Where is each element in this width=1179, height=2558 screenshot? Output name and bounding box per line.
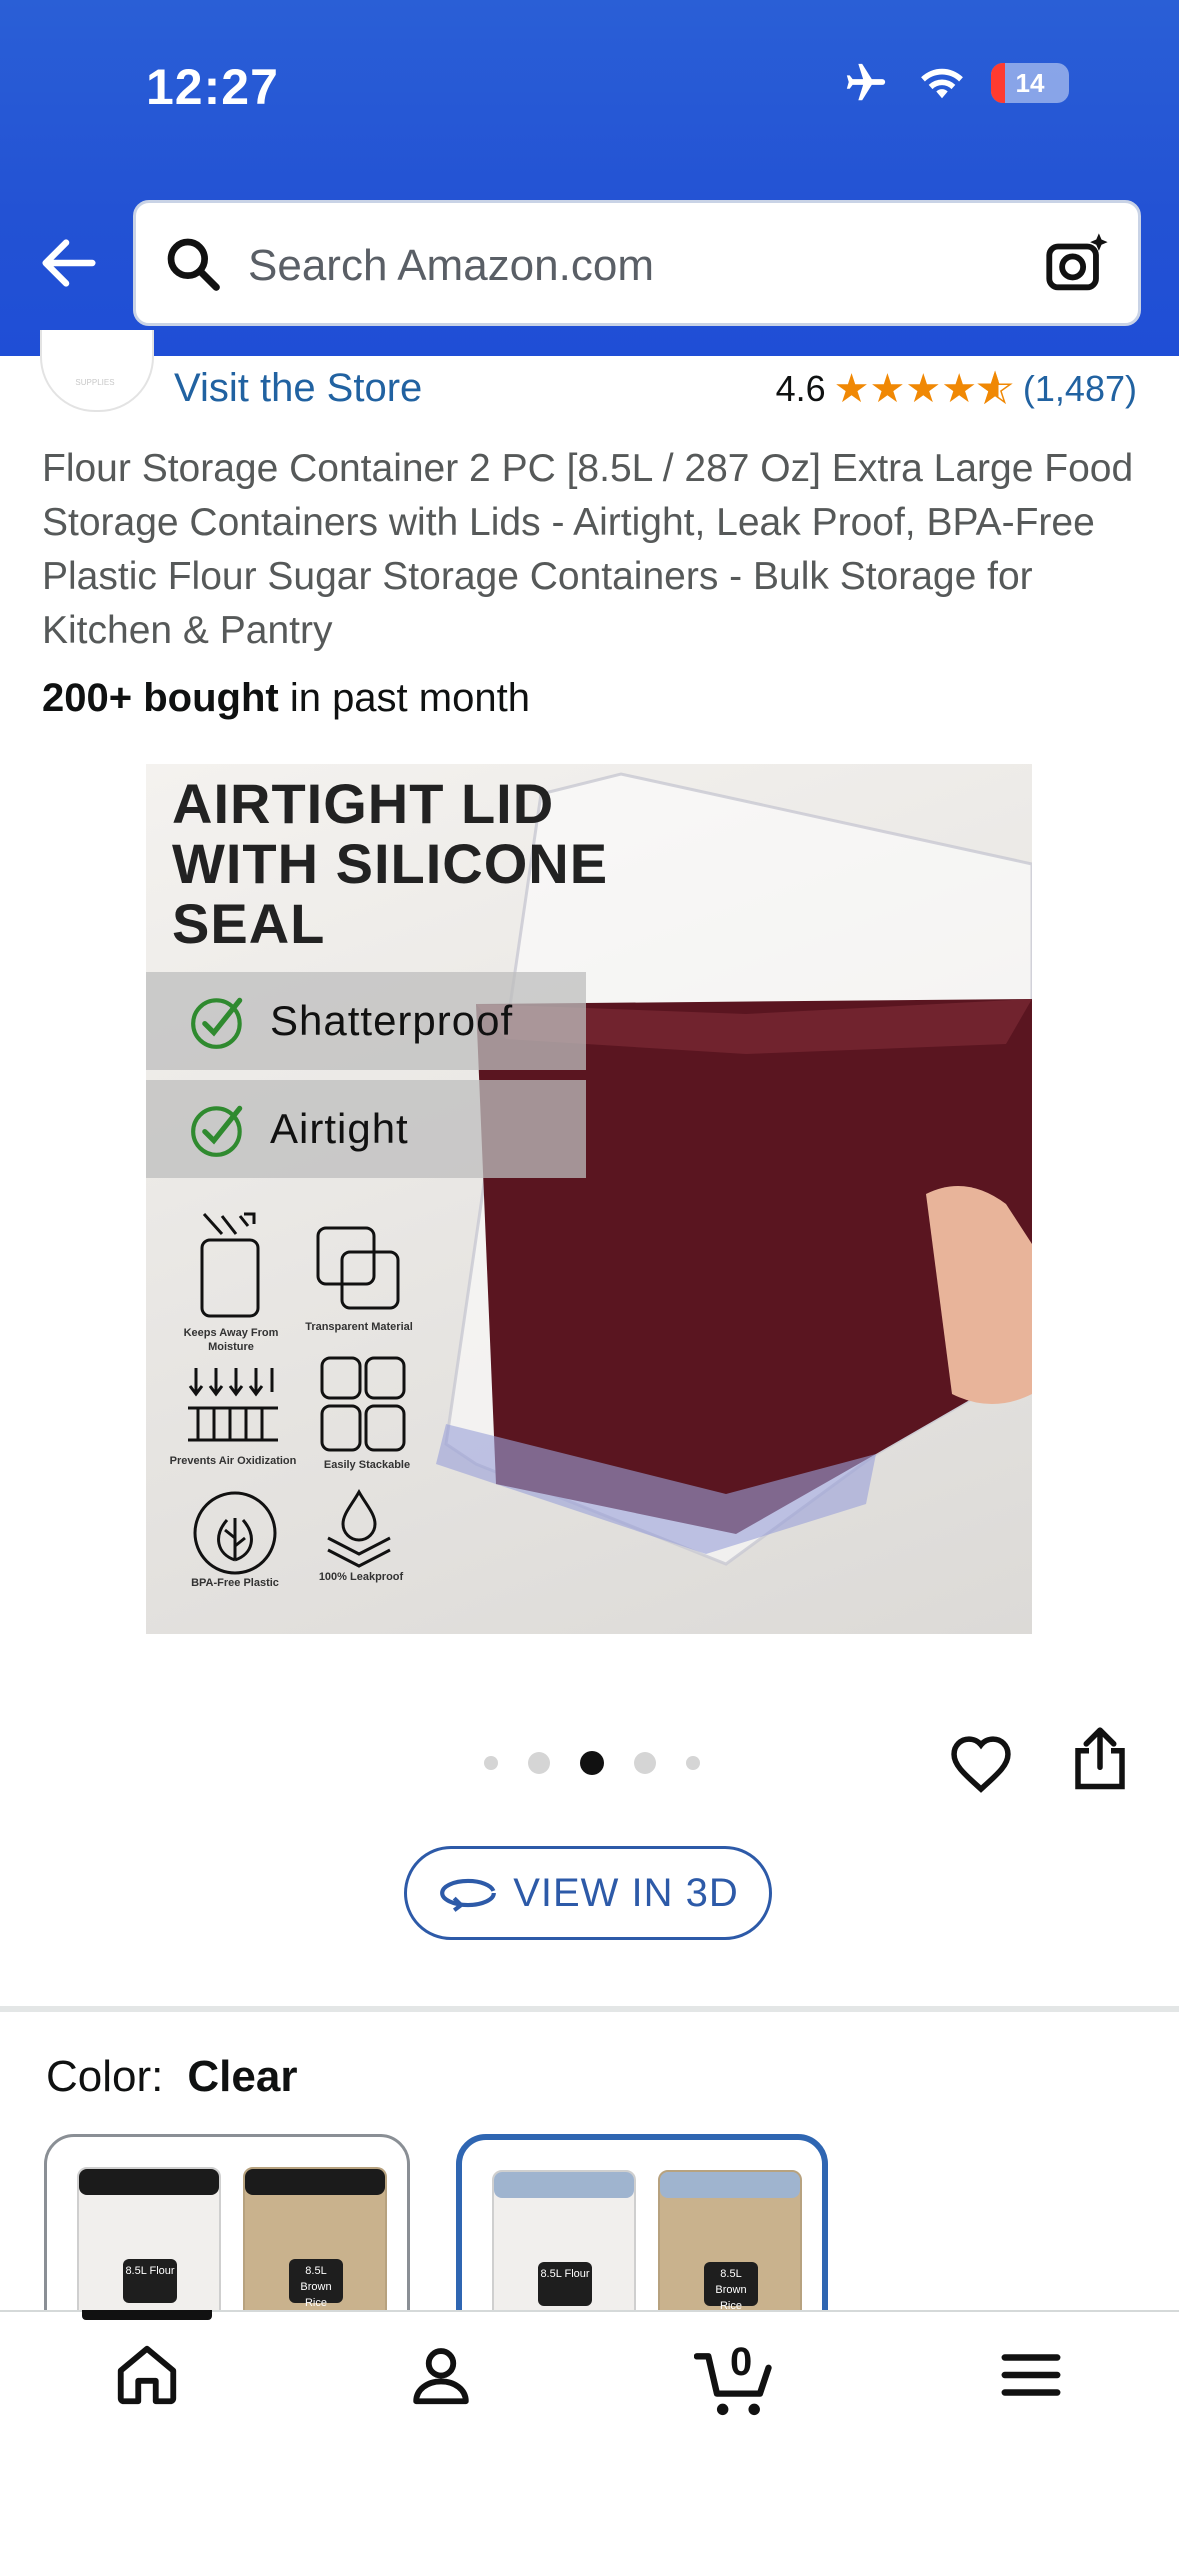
hero-headline-line-3: SEAL <box>172 892 326 955</box>
jar-label: 8.5L Brown Rice <box>289 2259 343 2309</box>
review-count: (1,487) <box>1022 368 1137 409</box>
jar-label: 8.5L Flour <box>538 2262 592 2306</box>
section-divider <box>0 2006 1179 2012</box>
star-rating: ★ ★ ★ ★ ★ <box>833 367 1014 411</box>
feature-label: Transparent Material <box>305 1321 413 1333</box>
share-icon[interactable] <box>1072 1726 1128 1792</box>
status-icons: 14 <box>839 60 1069 106</box>
search-input[interactable]: Search Amazon.com <box>133 200 1141 326</box>
jar-label: 8.5L Flour <box>123 2259 177 2303</box>
check-circle-icon <box>191 1105 243 1157</box>
star-icon: ★ <box>941 367 978 411</box>
pagination-dot[interactable] <box>634 1752 656 1774</box>
pagination-dot[interactable] <box>686 1756 700 1770</box>
leaf-icon <box>193 1491 277 1575</box>
bought-count-bold: 200+ bought <box>42 676 279 720</box>
jar-label: 8.5L Brown Rice <box>704 2262 758 2312</box>
product-image[interactable]: AIRTIGHT LID WITH SILICONE SEAL Shatterp… <box>146 764 1032 1634</box>
camera-search-icon[interactable] <box>1042 229 1112 299</box>
air-oxidization-icon <box>188 1368 278 1442</box>
star-icon: ★ <box>869 367 906 411</box>
feature-band-label: Airtight <box>270 1105 409 1152</box>
rating-summary[interactable]: 4.6 ★ ★ ★ ★ ★ (1,487) <box>776 368 1137 410</box>
color-label-text: Color: <box>46 2052 164 2101</box>
feature-label: Keeps Away From Moisture <box>183 1327 279 1353</box>
search-icon <box>167 238 220 291</box>
cart-count: 0 <box>730 2340 753 2384</box>
search-placeholder: Search Amazon.com <box>248 241 654 290</box>
bought-count-rest: in past month <box>278 676 530 720</box>
feature-band-airtight: Airtight <box>146 1080 586 1178</box>
home-icon[interactable] <box>112 2340 182 2410</box>
hero-headline-line-1: AIRTIGHT LID <box>172 772 555 835</box>
feature-label: Prevents Air Oxidization <box>169 1455 297 1467</box>
back-arrow-icon[interactable] <box>34 228 104 298</box>
pagination-dot[interactable] <box>528 1752 550 1774</box>
half-star-icon: ★ <box>976 367 1013 411</box>
color-selected-value: Clear <box>187 2052 298 2101</box>
pagination-dot-active[interactable] <box>580 1751 604 1775</box>
feature-label: Easily Stackable <box>323 1459 411 1471</box>
pagination-dot[interactable] <box>484 1756 498 1770</box>
menu-icon[interactable] <box>996 2340 1066 2410</box>
product-title: Flour Storage Container 2 PC [8.5L / 287… <box>42 447 1134 652</box>
bought-count: 200+ bought in past month <box>42 676 530 721</box>
account-icon[interactable] <box>406 2340 476 2410</box>
feature-label: BPA-Free Plastic <box>191 1577 279 1589</box>
heart-icon[interactable] <box>948 1732 1014 1794</box>
moisture-icon <box>200 1212 260 1318</box>
feature-band-shatterproof: Shatterproof <box>146 972 586 1070</box>
visit-store-link[interactable]: Visit the Store <box>174 366 422 411</box>
rating-value: 4.6 <box>775 368 826 409</box>
star-icon: ★ <box>905 367 942 411</box>
battery-level: 14 <box>1015 67 1045 98</box>
color-selector-label: Color: Clear <box>46 2052 297 2102</box>
hero-headline-line-2: WITH SILICONE <box>172 832 609 895</box>
store-logo-text: SUPPLIES <box>75 378 115 387</box>
store-logo[interactable] <box>40 330 154 412</box>
feature-band-label: Shatterproof <box>270 997 514 1044</box>
gallery-pagination[interactable] <box>484 1751 700 1775</box>
rotate-3d-icon <box>440 1878 497 1912</box>
stackable-icon <box>320 1356 406 1452</box>
battery-icon: 14 <box>991 63 1069 103</box>
check-circle-icon <box>191 997 243 1049</box>
wifi-icon <box>921 68 963 99</box>
transparent-icon <box>316 1226 400 1310</box>
feature-label: 100% Leakproof <box>318 1571 404 1583</box>
active-tab-indicator <box>82 2310 212 2320</box>
hero-headline: AIRTIGHT LID WITH SILICONE SEAL <box>172 774 608 954</box>
view-in-3d-label: VIEW IN 3D <box>513 1870 739 1915</box>
status-time: 12:27 <box>146 59 279 115</box>
leakproof-icon <box>327 1488 391 1568</box>
airplane-icon <box>846 63 886 101</box>
view-in-3d-button[interactable]: VIEW IN 3D <box>404 1846 772 1940</box>
star-icon: ★ <box>833 367 870 411</box>
